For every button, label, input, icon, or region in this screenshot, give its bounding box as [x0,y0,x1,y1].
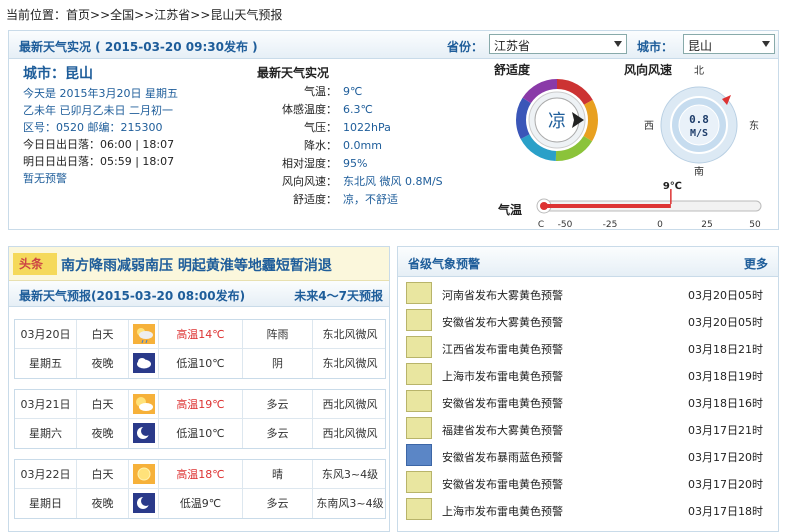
live-row: 体感温度： 6.3℃ [282,103,373,116]
current-title: 最新天气实况 ( 2015-03-20 09:30发布 ) [19,40,258,54]
fog-warning-icon [406,282,432,304]
moon-icon [133,493,155,513]
svg-text:北: 北 [694,65,704,77]
wind-speed-value: 0.8 [689,113,709,126]
headline-bar: 头条 南方降雨减弱南压 明起黄淮等地霾短暂消退 [9,247,389,281]
breadcrumb-province[interactable]: >>江苏省 [134,8,190,22]
alert-item[interactable]: 安徽省发布雷电黄色预警 03月17日20时 [406,469,770,496]
sun-icon [133,464,155,484]
province-select[interactable]: 江苏省 [489,34,627,54]
svg-text:西: 西 [644,121,654,132]
svg-text:50: 50 [749,220,761,230]
lightning-warning-icon [406,390,432,412]
forecast-row: 星期五 夜晚 低温10℃ 阴 东北风微风 [15,349,385,378]
svg-text:-50: -50 [558,220,573,230]
today-date: 今天是 2015年3月20日 星期五 [23,87,178,100]
forecast-title: 最新天气预报(2015-03-20 08:00发布) [19,289,246,303]
live-title: 最新天气实况 [257,66,330,80]
chevron-down-icon [614,41,622,47]
current-header: 最新天气实况 ( 2015-03-20 09:30发布 ) 省份： 江苏省 城市… [9,31,778,59]
alerts-more-link[interactable]: 更多 [744,255,768,272]
forecast-day: 03月22日 白天 高温18℃ 晴 东风3~4级 星期日 夜晚 低温9℃ 多云 … [14,459,386,519]
fog-warning-icon [406,417,432,439]
current-weather-panel: 最新天气实况 ( 2015-03-20 09:30发布 ) 省份： 江苏省 城市… [8,30,779,230]
cloud-night-icon [133,353,155,373]
alert-item[interactable]: 安徽省发布雷电黄色预警 03月18日16时 [406,388,770,415]
forecast-row: 03月21日 白天 高温19℃ 多云 西北风微风 [15,390,385,419]
live-row: 相对湿度： 95% [282,157,368,170]
city-name: 城市：昆山 [23,66,93,82]
svg-text:东: 东 [749,119,759,132]
alert-item[interactable]: 上海市发布雷电黄色预警 03月18日19时 [406,361,770,388]
live-row: 降水： 0.0mm [304,139,382,152]
forecast-row: 03月20日 白天 高温14℃ 阵雨 东北风微风 [15,320,385,349]
area-code: 区号：0520 邮编：215300 [23,121,163,134]
headline-link[interactable]: 南方降雨减弱南压 明起黄淮等地霾短暂消退 [61,255,332,275]
alerts-header: 省级气象预警 更多 [398,247,778,277]
svg-text:南: 南 [694,165,704,177]
lightning-warning-icon [406,363,432,385]
wind-compass: 北 南 东 西 0.8 M/S [644,65,759,177]
fog-warning-icon [406,309,432,331]
live-row: 气温： 9℃ [304,85,363,98]
thermometer: 9℃ C -50 -25 0 25 50 [536,181,762,230]
breadcrumb: 当前位置：首页>>全国>>江苏省>>昆山天气预报 [6,8,283,22]
forecast-header: 最新天气预报(2015-03-20 08:00发布) 未来4～7天预报 [9,281,389,307]
comfort-title: 舒适度 [494,63,531,77]
city-info: 城市：昆山 今天是 2015年3月20日 星期五 乙未年 已卯月乙未日 二月初一… [23,63,178,187]
svg-text:0: 0 [657,220,663,230]
rainstorm-warning-icon [406,444,432,466]
temp-title: 气温 [498,203,523,217]
lightning-warning-icon [406,336,432,358]
sun-tomorrow: 明日日出日落：05:59 | 18:07 [23,155,175,168]
city-label: 城市： [637,40,674,54]
comfort-value: 凉 [548,111,566,132]
alert-item[interactable]: 河南省发布大雾黄色预警 03月20日05时 [406,280,770,307]
svg-text:25: 25 [701,220,712,230]
breadcrumb-home[interactable]: 首页 [66,8,90,22]
chevron-down-icon [762,41,770,47]
lightning-warning-icon [406,471,432,493]
alert-item[interactable]: 上海市发布雷电黄色预警 03月17日18时 [406,496,770,523]
breadcrumb-current: >>昆山天气预报 [190,8,283,22]
temp-value: 9℃ [663,181,682,192]
sun-today: 今日日出日落：06:00 | 18:07 [23,138,175,151]
forecast-day: 03月20日 白天 高温14℃ 阵雨 东北风微风 星期五 夜晚 低温10℃ 阴 … [14,319,386,379]
alert-item[interactable]: 安徽省发布暴雨蓝色预警 03月17日20时 [406,442,770,469]
live-row: 气压： 1022hPa [304,121,391,134]
forecast-row: 03月22日 白天 高温18℃ 晴 东风3~4级 [15,460,385,489]
sun-rain-icon [133,324,155,344]
province-label: 省份： [447,40,484,54]
city-select[interactable]: 昆山 [683,34,775,54]
alerts-title: 省级气象预警 [408,257,481,271]
forecast-more-link[interactable]: 未来4～7天预报 [294,287,383,304]
svg-text:-25: -25 [603,220,618,230]
live-row: 舒适度： 凉，不舒适 [293,193,398,206]
alert-item[interactable]: 安徽省发布大雾黄色预警 03月20日05时 [406,307,770,334]
live-row: 风向风速： 东北风 微风 0.8M/S [282,175,443,188]
warning-status[interactable]: 暂无预警 [23,170,178,187]
forecast-row: 星期日 夜晚 低温9℃ 多云 东南风3~4级 [15,489,385,518]
forecast-panel: 头条 南方降雨减弱南压 明起黄淮等地霾短暂消退 最新天气预报(2015-03-2… [8,246,390,532]
lightning-warning-icon [406,498,432,520]
wind-speed-unit: M/S [690,128,708,139]
forecast-row: 星期六 夜晚 低温10℃ 多云 西北风微风 [15,419,385,448]
forecast-day: 03月21日 白天 高温19℃ 多云 西北风微风 星期六 夜晚 低温10℃ 多云… [14,389,386,449]
lunar-date: 乙未年 已卯月乙未日 二月初一 [23,104,173,117]
headline-tag: 头条 [13,253,57,275]
sun-cloud-icon [133,394,155,414]
comfort-gauge: 凉 [516,79,598,161]
alert-item[interactable]: 江西省发布雷电黄色预警 03月18日21时 [406,334,770,361]
svg-text:C: C [538,220,544,230]
live-observation: 最新天气实况 气温： 9℃ 体感温度： 6.3℃ 气压： 1022hPa 降水： 0.0… [257,63,457,209]
breadcrumb-national[interactable]: >>全国 [90,8,134,22]
alerts-panel: 省级气象预警 更多 河南省发布大雾黄色预警 03月20日05时 安徽省发布大雾黄色… [397,246,779,532]
alert-item[interactable]: 福建省发布大雾黄色预警 03月17日21时 [406,415,770,442]
moon-icon [133,423,155,443]
